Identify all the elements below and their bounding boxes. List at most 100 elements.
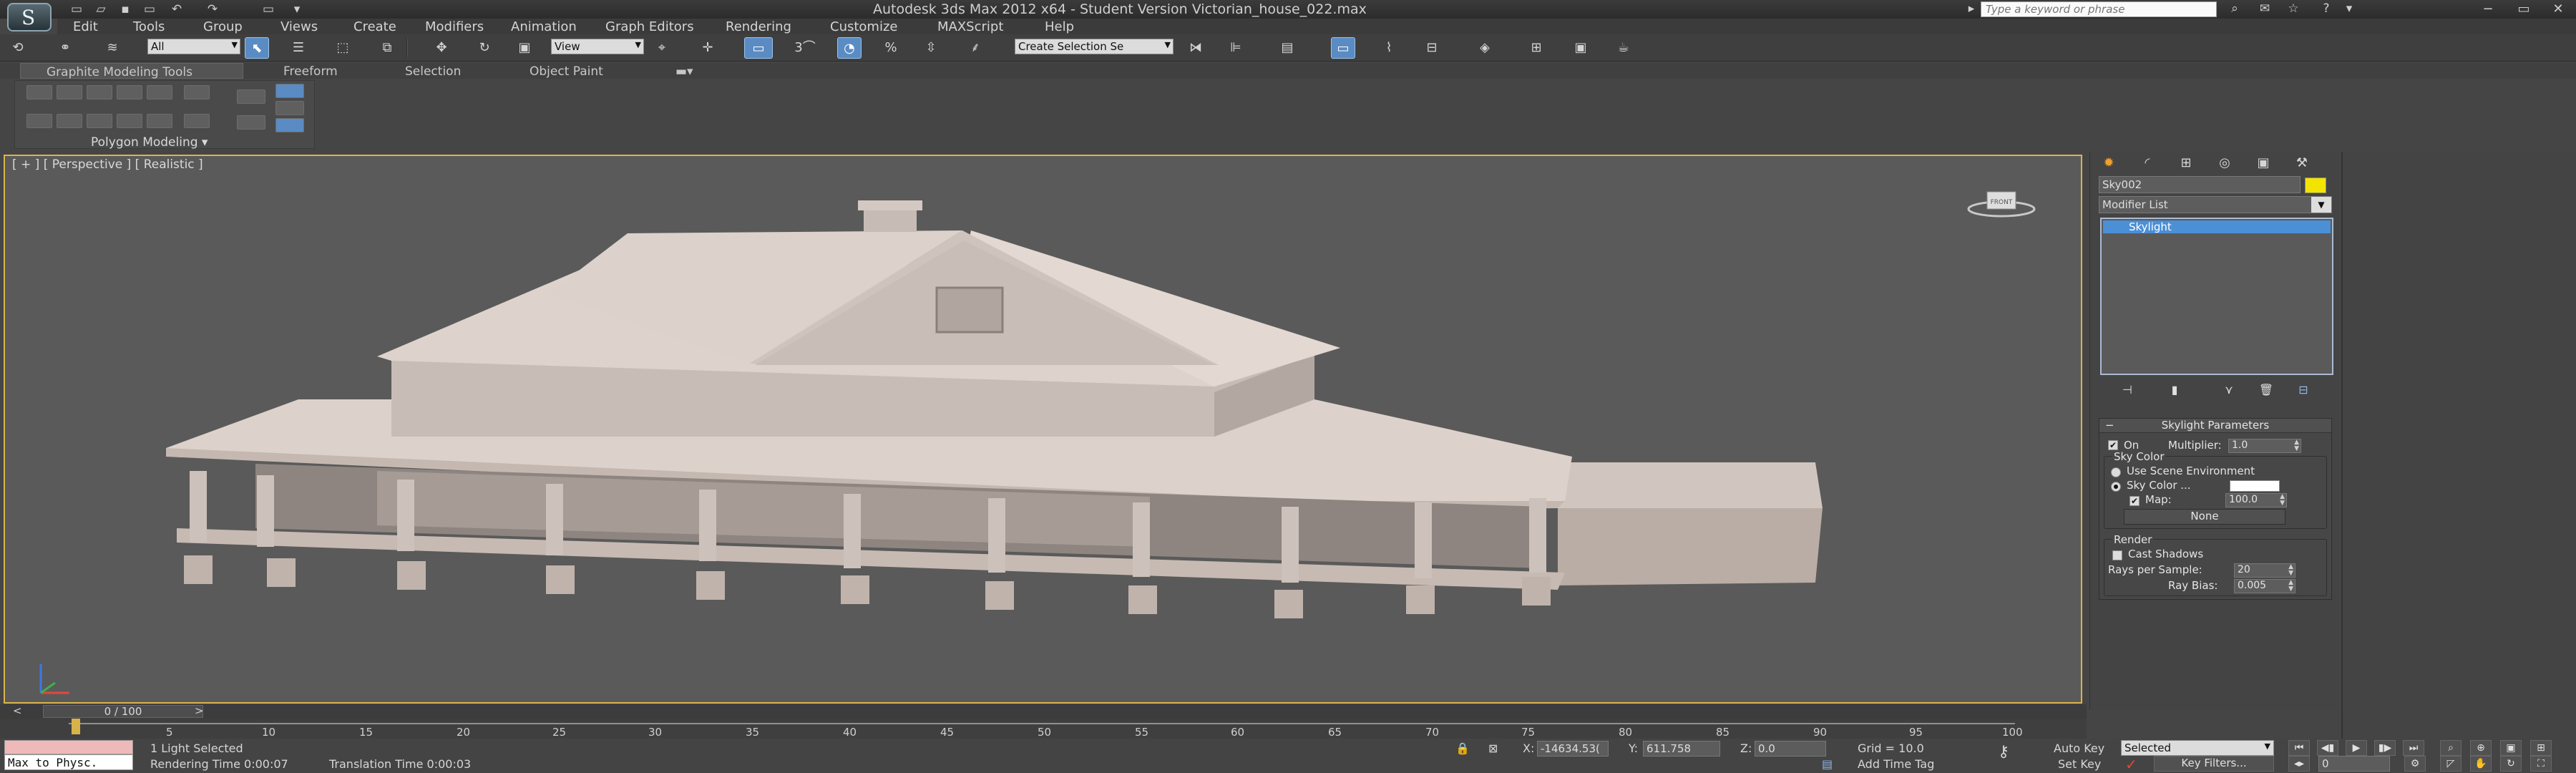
sky-color-radio[interactable] xyxy=(2111,482,2121,492)
pan-icon[interactable]: ✋ xyxy=(2470,756,2492,772)
zoom-icon[interactable]: ⌕ xyxy=(2440,740,2462,756)
select-and-manipulate-icon[interactable]: ✛ xyxy=(696,37,720,59)
layer-manager-icon[interactable]: ▤ xyxy=(1275,37,1299,59)
display-tab-icon[interactable]: ▣ xyxy=(2248,153,2279,173)
select-and-link-icon[interactable]: ⚭ xyxy=(53,37,77,59)
percent-snap-icon[interactable]: % xyxy=(879,37,903,59)
ribbon-tool-button[interactable] xyxy=(275,118,304,132)
menu-customize[interactable]: Customize xyxy=(830,19,897,34)
ribbon-tool-button[interactable] xyxy=(147,85,172,99)
object-name-field[interactable]: Sky002 xyxy=(2099,176,2301,193)
ribbon-tool-button[interactable] xyxy=(147,114,172,128)
ribbon-tool-button[interactable] xyxy=(275,84,304,98)
perspective-viewport[interactable]: [ + ] [ Perspective ] [ Realistic ] FRON… xyxy=(4,155,2082,704)
sky-color-swatch[interactable] xyxy=(2230,480,2280,492)
ribbon-tool-button[interactable] xyxy=(117,114,142,128)
add-time-tag-button[interactable]: Add Time Tag xyxy=(1858,757,1934,771)
stack-item-skylight[interactable]: Skylight xyxy=(2103,220,2331,233)
maxscript-listener[interactable]: Max to Physc. xyxy=(4,740,133,772)
graphite-toggle-icon[interactable]: ▭ xyxy=(1331,37,1355,59)
key-filters-button[interactable]: Key Filters... xyxy=(2154,756,2274,772)
spinner-arrows-icon[interactable]: ▲ ▼ xyxy=(2288,580,2293,593)
zoom-all-icon[interactable]: ⊕ xyxy=(2470,740,2492,756)
ribbon-tool-button[interactable] xyxy=(26,85,52,99)
material-editor-icon[interactable]: ◈ xyxy=(1473,37,1497,59)
track-bar[interactable]: 5 10 15 20 25 30 35 40 45 50 55 60 65 70… xyxy=(0,719,2087,739)
set-key-icon[interactable]: ✓ xyxy=(2125,756,2137,773)
menu-group[interactable]: Group xyxy=(203,19,243,34)
current-frame-marker[interactable] xyxy=(72,719,80,734)
select-and-scale-icon[interactable]: ▣ xyxy=(512,37,537,59)
spinner-arrows-icon[interactable]: ▲ ▼ xyxy=(2288,564,2293,577)
map-amount-spinner[interactable]: 100.0 ▲ ▼ xyxy=(2225,493,2287,507)
render-setup-icon[interactable]: ⊞ xyxy=(1524,37,1548,59)
render-production-icon[interactable]: ☕ xyxy=(1611,37,1636,59)
current-frame-field[interactable]: 0 xyxy=(2318,756,2390,772)
ribbon-tool-button[interactable] xyxy=(57,114,82,128)
angle-snap-icon[interactable]: ◔ xyxy=(837,37,862,59)
on-checkbox[interactable]: ✔ xyxy=(2108,440,2118,450)
communication-center-icon[interactable]: ✉ xyxy=(2254,1,2275,17)
maxscript-output[interactable] xyxy=(4,740,133,754)
modifier-list-dropdown[interactable]: Modifier List ▼ xyxy=(2099,196,2332,213)
time-slider[interactable]: < 0 / 100 > xyxy=(0,704,2087,719)
tab-graphite-modeling-tools[interactable]: Graphite Modeling Tools xyxy=(20,63,243,79)
create-tab-icon[interactable]: ✹ xyxy=(2093,153,2124,173)
undo-icon[interactable]: ↶ xyxy=(166,2,187,16)
rollout-title[interactable]: − Skylight Parameters xyxy=(2099,419,2331,433)
absolute-mode-icon[interactable]: ⊠ xyxy=(1488,742,1498,755)
window-crossing-icon[interactable]: ⧉ xyxy=(375,37,399,59)
make-unique-icon[interactable]: ⋎ xyxy=(2216,382,2242,398)
select-and-rotate-icon[interactable]: ↻ xyxy=(472,37,497,59)
auto-key-button[interactable]: Auto Key xyxy=(2054,742,2104,755)
key-mode-toggle-icon[interactable]: ◂▸ xyxy=(2288,756,2310,772)
time-tag-icon[interactable]: ▤ xyxy=(1822,757,1833,771)
menu-rendering[interactable]: Rendering xyxy=(726,19,791,34)
selection-filter-dropdown[interactable]: All ▼ xyxy=(147,39,240,54)
tab-selection[interactable]: Selection xyxy=(405,64,461,79)
ray-bias-spinner[interactable]: 0.005 ▲ ▼ xyxy=(2234,579,2296,593)
quick-access-dropdown-icon[interactable]: ▾ xyxy=(286,2,308,16)
zoom-extents-icon[interactable]: ▣ xyxy=(2500,740,2522,756)
mirror-icon[interactable]: ⧒ xyxy=(1184,37,1208,59)
menu-help[interactable]: Help xyxy=(1045,19,1074,34)
menu-graph-editors[interactable]: Graph Editors xyxy=(605,19,694,34)
next-frame-icon[interactable]: ▮▶ xyxy=(2374,740,2396,756)
previous-frame-icon[interactable]: ◀▮ xyxy=(2317,740,2338,756)
ribbon-tool-button[interactable] xyxy=(117,85,142,99)
map-checkbox[interactable]: ✔ xyxy=(2129,496,2140,506)
selection-lock-icon[interactable]: 🔒 xyxy=(1455,742,1470,755)
schematic-view-icon[interactable]: ⊟ xyxy=(1420,37,1444,59)
open-file-icon[interactable]: ▱ xyxy=(90,2,112,16)
binoculars-icon[interactable]: ⌕ xyxy=(2224,1,2245,17)
configure-modifier-sets-icon[interactable]: ⊟ xyxy=(2290,382,2316,398)
rays-per-sample-spinner[interactable]: 20 ▲ ▼ xyxy=(2234,563,2296,578)
ribbon-tool-button[interactable] xyxy=(57,85,82,99)
menu-animation[interactable]: Animation xyxy=(511,19,577,34)
close-window-icon[interactable]: ✕ xyxy=(2542,0,2575,19)
curve-editor-icon[interactable]: ⌇ xyxy=(1377,37,1401,59)
tab-freeform[interactable]: Freeform xyxy=(283,64,338,79)
minimize-window-icon[interactable]: − xyxy=(2472,0,2504,19)
menu-modifiers[interactable]: Modifiers xyxy=(425,19,484,34)
play-icon[interactable]: ▶ xyxy=(2346,740,2367,756)
favorites-icon[interactable]: ☆ xyxy=(2283,1,2304,17)
viewcube-icon[interactable]: FRONT xyxy=(1966,180,2037,223)
modify-tab-icon[interactable]: ◜ xyxy=(2132,153,2163,173)
rectangular-selection-icon[interactable]: ⬚ xyxy=(331,37,355,59)
named-selection-dropdown[interactable]: Create Selection Se ▼ xyxy=(1015,39,1174,54)
maximize-viewport-icon[interactable]: ⛶ xyxy=(2530,756,2552,772)
menu-maxscript[interactable]: MAXScript xyxy=(937,19,1003,34)
reference-coordinate-dropdown[interactable]: View ▼ xyxy=(551,39,644,54)
menu-create[interactable]: Create xyxy=(353,19,396,34)
ribbon-tool-button[interactable] xyxy=(87,85,112,99)
restore-window-icon[interactable]: ▭ xyxy=(2507,0,2540,19)
ribbon-options-icon[interactable]: ▬▾ xyxy=(675,64,693,79)
pin-stack-icon[interactable]: ⊣ xyxy=(2114,382,2140,398)
object-color-swatch[interactable] xyxy=(2305,178,2326,193)
select-by-name-icon[interactable]: ☰ xyxy=(286,37,311,59)
rendered-frame-window-icon[interactable]: ▣ xyxy=(1568,37,1593,59)
utilities-tab-icon[interactable]: ⚒ xyxy=(2286,153,2318,173)
edit-named-selection-icon[interactable]: ⸙ xyxy=(963,37,987,59)
time-configuration-icon[interactable]: ⚙ xyxy=(2404,756,2426,772)
